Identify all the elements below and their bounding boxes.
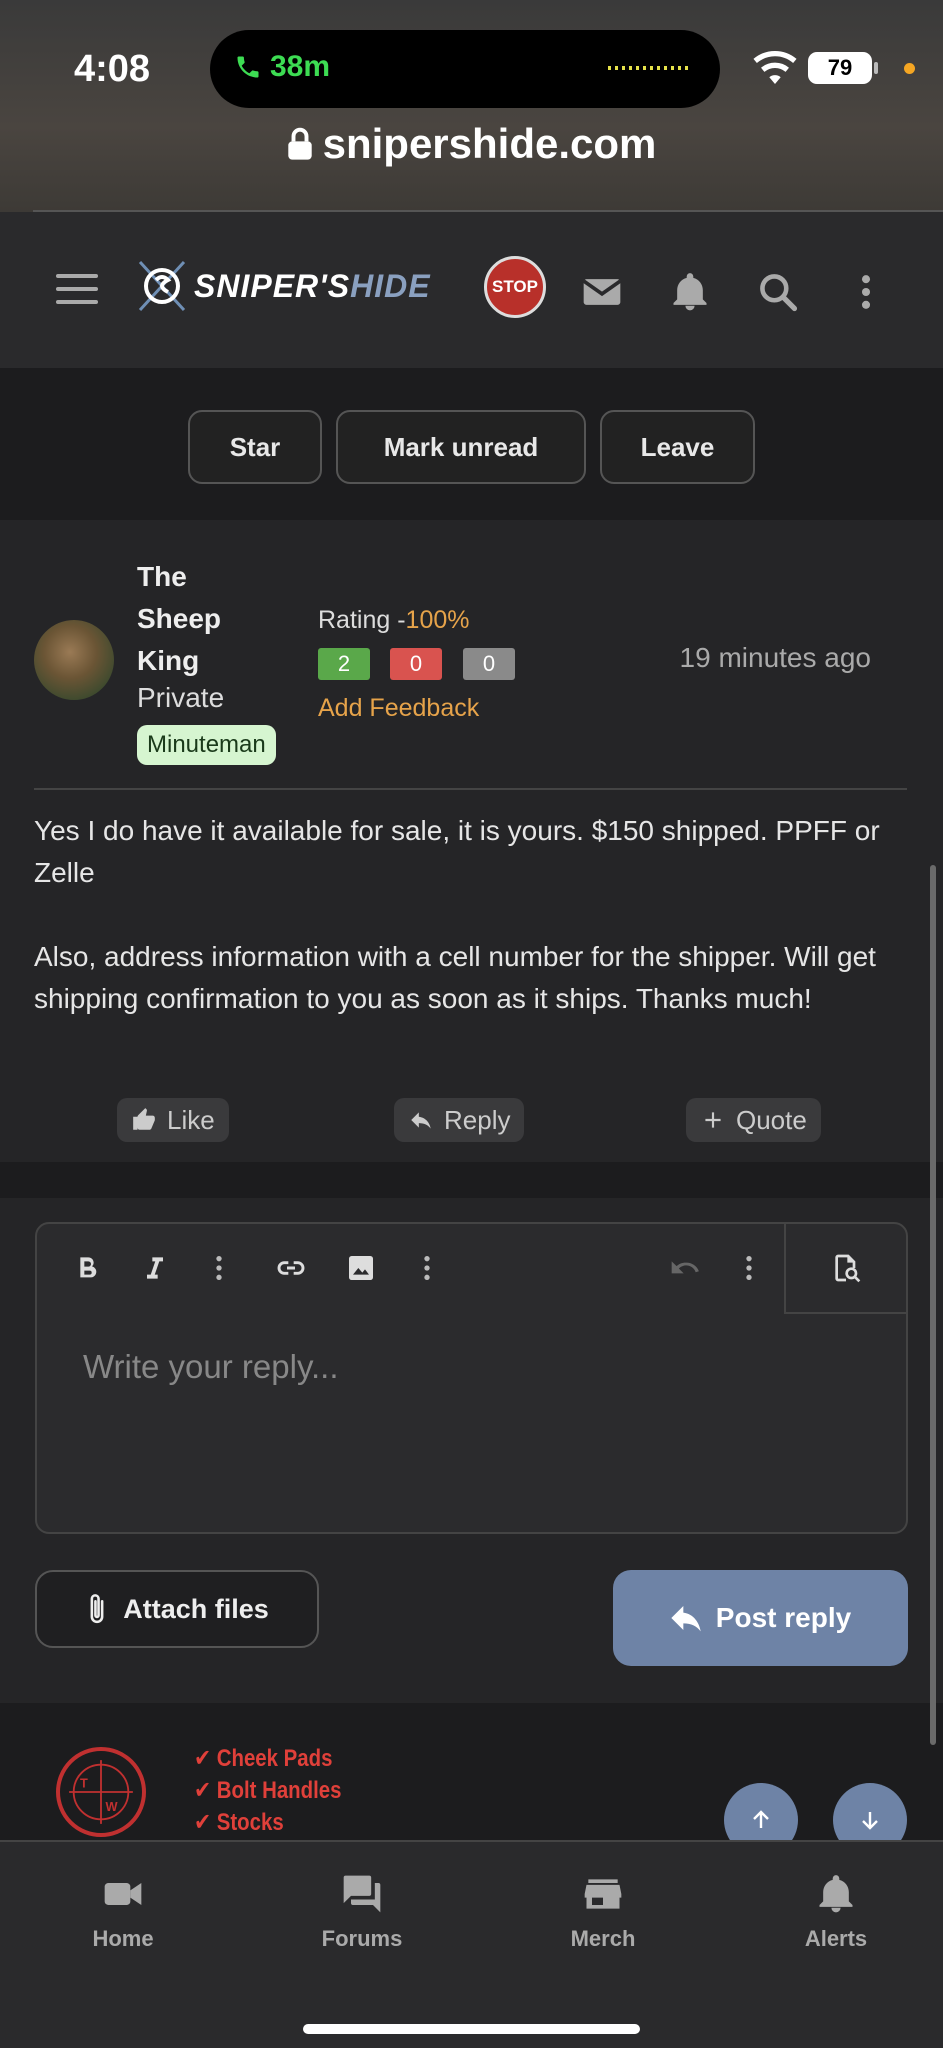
feedback-neutral-count[interactable]: 0 (463, 648, 515, 680)
quick-reply: Write your reply... Attach files Post re… (0, 1198, 943, 1703)
battery-indicator: 79 (808, 52, 878, 84)
post-paragraph: Also, address information with a cell nu… (34, 941, 876, 1014)
phone-icon (237, 56, 259, 78)
more-vertical-icon[interactable] (844, 270, 888, 314)
link-icon[interactable] (271, 1248, 311, 1288)
rating: Rating -100% (318, 606, 470, 634)
bell-icon[interactable] (668, 270, 712, 314)
ad-list: ✔ Cheek Pads ✔ Bolt Handles ✔ Stocks (194, 1743, 341, 1839)
post-paragraph: Yes I do have it available for sale, it … (34, 815, 880, 888)
dynamic-island[interactable]: 38m (210, 30, 720, 108)
reply-editor: Write your reply... (35, 1222, 908, 1534)
call-indicator: 38m (234, 50, 330, 84)
feedback-negative-count[interactable]: 0 (390, 648, 442, 680)
site-logo[interactable]: SNIPER'SHIDE (134, 256, 431, 316)
scrollbar[interactable] (930, 865, 936, 1745)
url-text: snipershide.com (322, 120, 657, 167)
mark-unread-button[interactable]: Mark unread (336, 410, 586, 484)
wifi-icon (753, 50, 797, 84)
post-timestamp[interactable]: 19 minutes ago (680, 642, 871, 674)
svg-text:T: T (80, 1775, 88, 1790)
bottom-tab-bar: Home Forums Merch Alerts (0, 1840, 943, 2048)
editor-toolbar (37, 1224, 906, 1314)
menu-icon[interactable] (56, 274, 98, 304)
arrow-down-icon (862, 1812, 878, 1830)
search-icon[interactable] (756, 270, 800, 314)
more-vertical-icon[interactable] (729, 1248, 769, 1288)
paperclip-icon (90, 1594, 104, 1624)
leave-button[interactable]: Leave (600, 410, 755, 484)
preview-toggle[interactable] (784, 1224, 906, 1314)
forum-post: The Sheep King Private Minuteman Rating … (0, 520, 943, 1162)
site-header: SNIPER'SHIDE STOP (0, 212, 943, 368)
undo-icon[interactable] (665, 1248, 705, 1288)
ad-item: ✔ Stocks (194, 1809, 284, 1836)
call-duration: 38m (270, 50, 331, 83)
browser-status-bar: 4:08 38m 79 snipershide.com (0, 0, 943, 212)
plus-icon (705, 1112, 721, 1128)
user-title: Private (137, 682, 225, 713)
store-icon (584, 1879, 622, 1909)
stop-sign-badge[interactable]: STOP (484, 256, 546, 318)
svg-text:W: W (106, 1799, 119, 1814)
logo-text: SNIPER'SHIDE (194, 267, 431, 304)
post-reply-button[interactable]: Post reply (613, 1570, 908, 1666)
feedback-positive-count[interactable]: 2 (318, 648, 370, 680)
audio-waveform (608, 66, 692, 70)
tab-alerts[interactable]: Alerts (766, 1872, 906, 1952)
tab-forums[interactable]: Forums (292, 1872, 432, 1952)
bell-icon (819, 1875, 853, 1913)
ad-banner[interactable]: T W ✔ Cheek Pads ✔ Bolt Handles ✔ Stocks (0, 1703, 943, 1857)
preview-icon[interactable] (826, 1248, 866, 1288)
mail-icon[interactable] (580, 270, 624, 314)
crosshair-logo-icon (138, 260, 186, 312)
avatar[interactable] (34, 620, 114, 700)
privacy-indicator-dot (904, 63, 915, 74)
lock-icon (287, 127, 312, 160)
ad-item: ✔ Bolt Handles (194, 1777, 342, 1804)
post-divider (34, 788, 907, 790)
reply-arrow-icon (411, 1112, 431, 1129)
arrow-up-icon (753, 1810, 769, 1828)
italic-icon[interactable] (135, 1248, 175, 1288)
reply-button[interactable]: Reply (394, 1098, 525, 1142)
tab-home[interactable]: Home (53, 1872, 193, 1952)
address-bar[interactable]: snipershide.com (0, 120, 943, 168)
home-indicator[interactable] (303, 2024, 640, 2034)
thread-actions: Star Mark unread Leave (0, 368, 943, 520)
ad-logo-icon: T W (56, 1747, 146, 1837)
more-vertical-icon[interactable] (407, 1248, 447, 1288)
clock: 4:08 (74, 48, 151, 90)
like-button[interactable]: Like (117, 1098, 229, 1142)
chat-bubbles-icon (343, 1875, 381, 1913)
reply-input[interactable]: Write your reply... (83, 1348, 339, 1386)
post-body: Yes I do have it available for sale, it … (34, 810, 904, 1062)
video-camera-icon (104, 1883, 142, 1905)
image-icon[interactable] (341, 1248, 381, 1288)
quote-button[interactable]: Quote (686, 1098, 821, 1142)
thumbs-up-icon (133, 1108, 155, 1130)
username[interactable]: The Sheep King (137, 556, 277, 682)
bold-icon[interactable] (67, 1248, 107, 1288)
more-vertical-icon[interactable] (199, 1248, 239, 1288)
ad-item: ✔ Cheek Pads (194, 1745, 333, 1772)
tab-merch[interactable]: Merch (533, 1872, 673, 1952)
user-badge: Minuteman (137, 725, 276, 765)
add-feedback-link[interactable]: Add Feedback (318, 694, 479, 723)
reply-arrow-icon (671, 1606, 701, 1632)
star-button[interactable]: Star (188, 410, 322, 484)
attach-files-button[interactable]: Attach files (35, 1570, 319, 1648)
